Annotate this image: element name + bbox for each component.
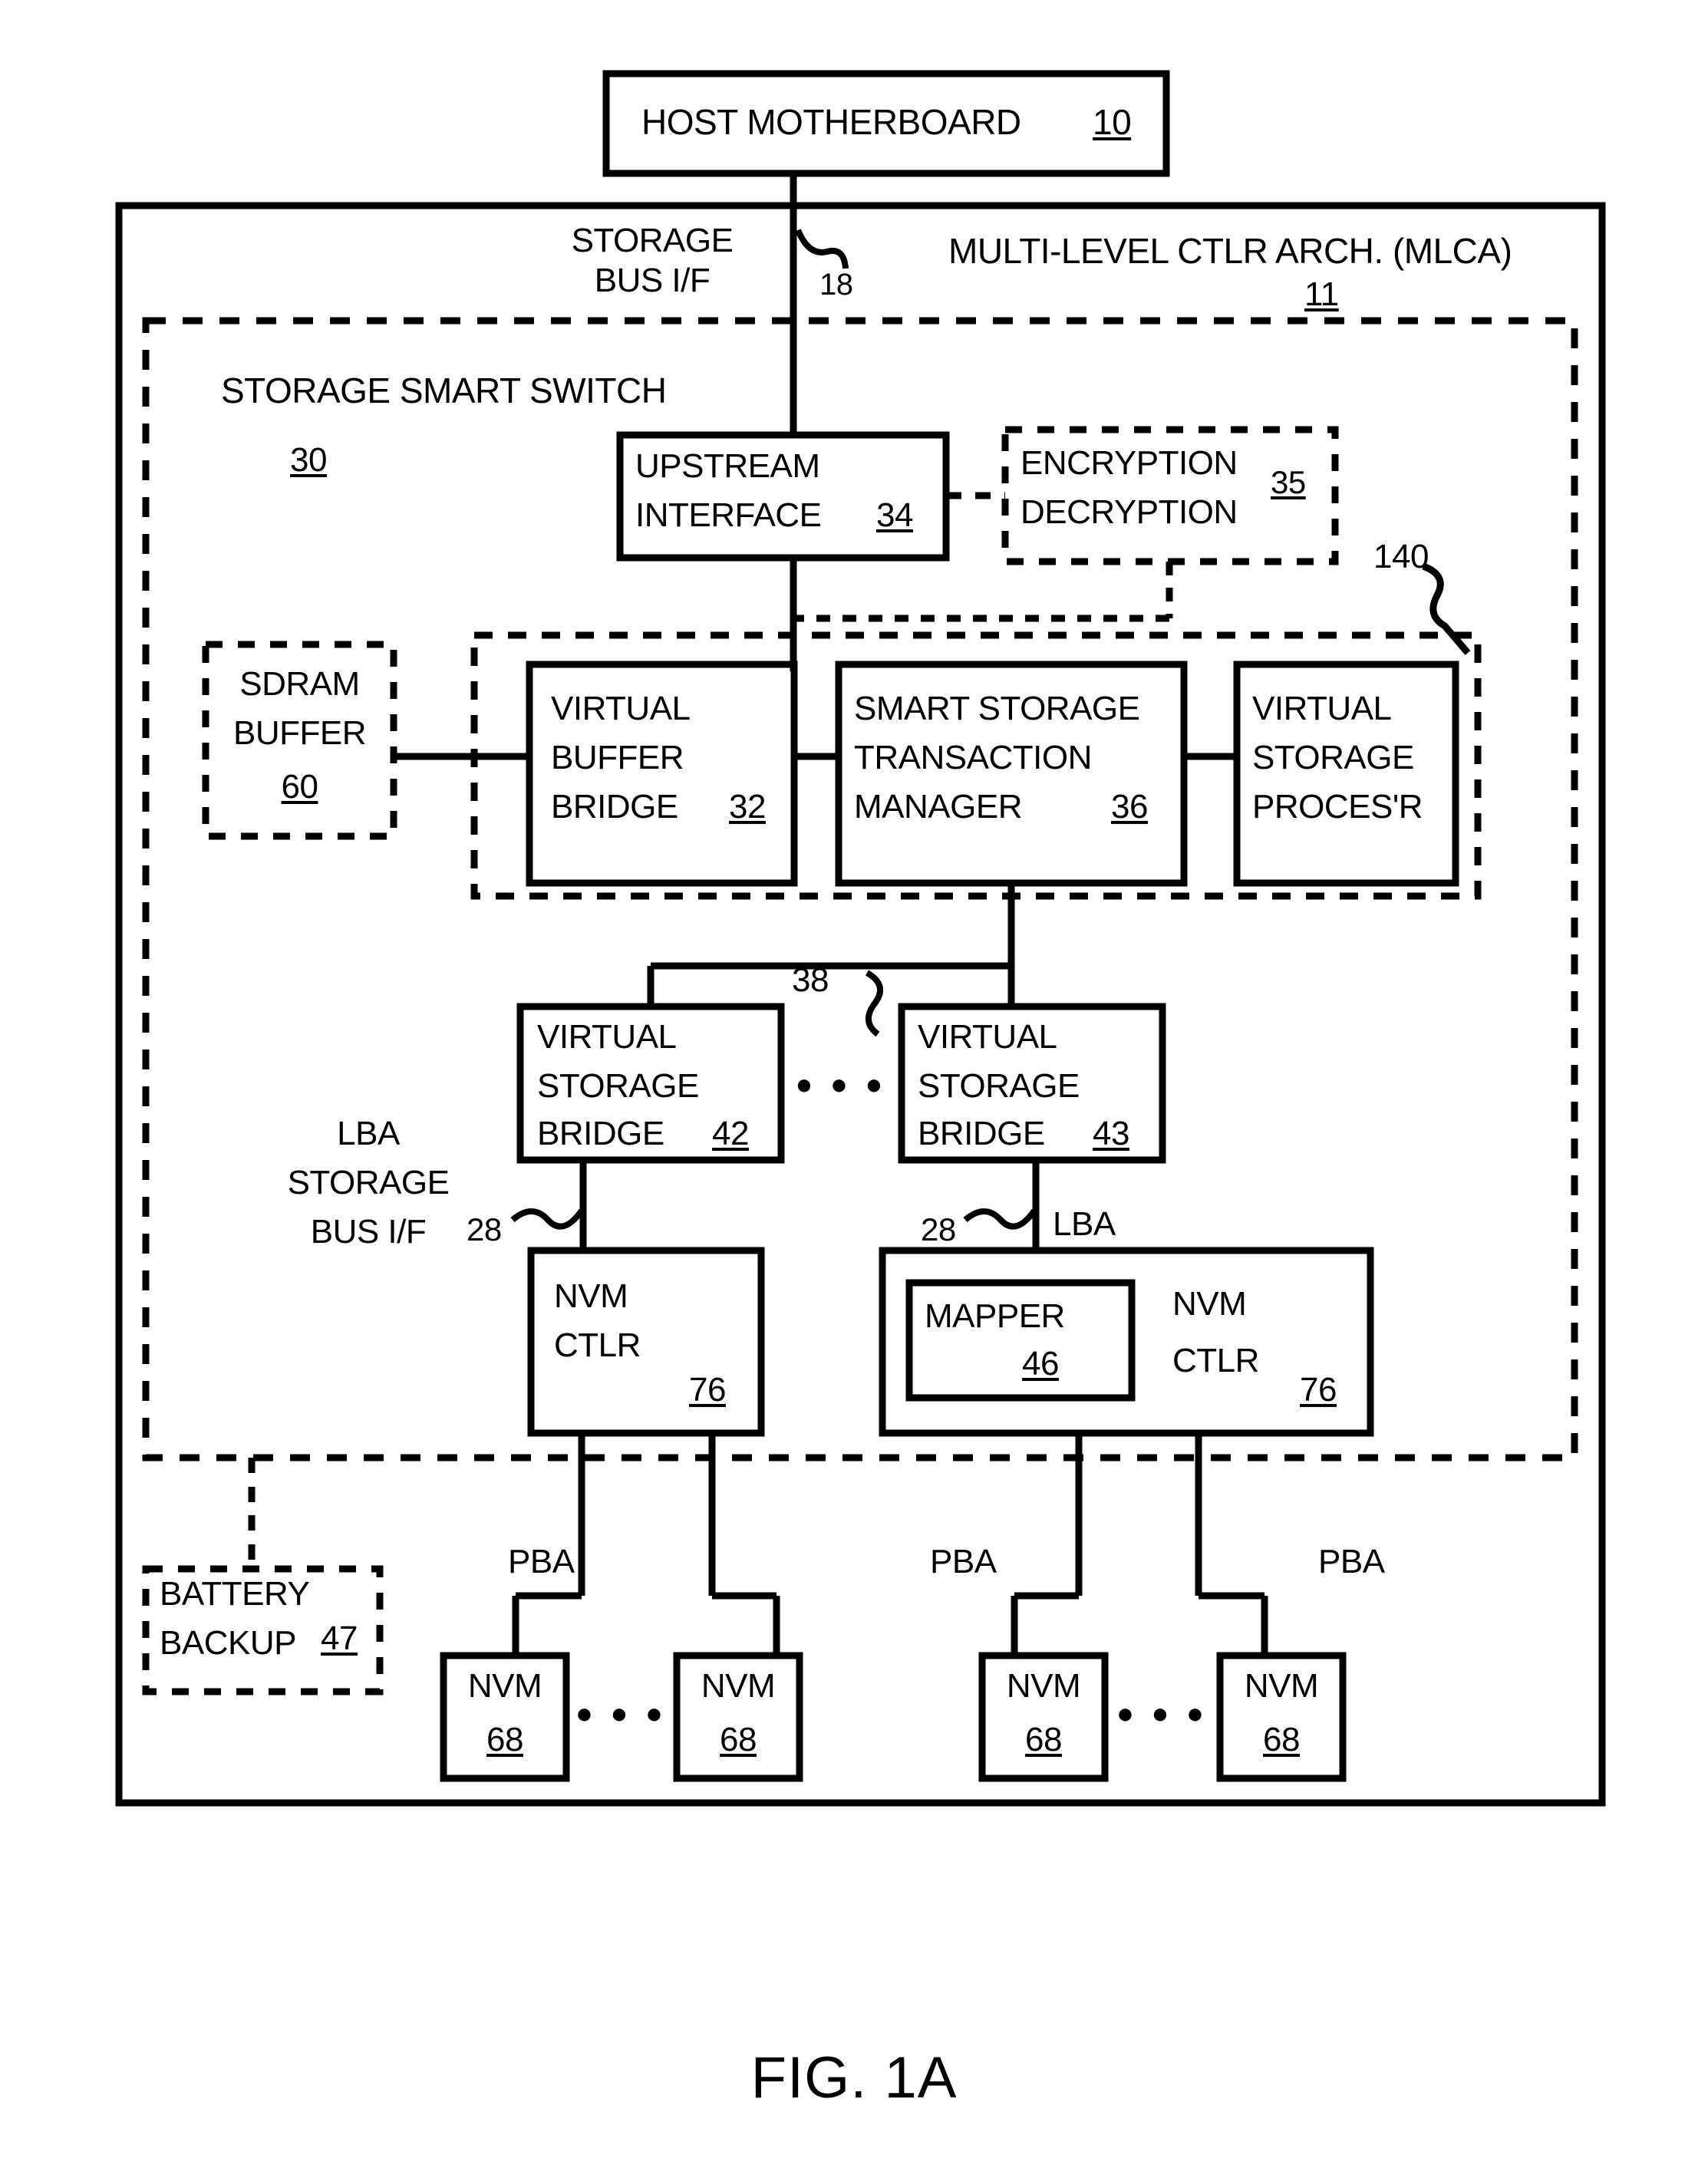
virtual-buffer-bridge-line2: BUFFER [551, 739, 684, 776]
upstream-interface-ref: 34 [876, 496, 913, 534]
mlca-title: MULTI-LEVEL CTLR ARCH. (MLCA) [948, 231, 1512, 271]
storage-smart-switch-box [142, 317, 1578, 1461]
encryption-ref: 35 [1271, 464, 1306, 500]
host-motherboard-label: HOST MOTHERBOARD [641, 102, 1021, 142]
vsb42-line2: STORAGE [537, 1067, 699, 1105]
pba-label-1: PBA [508, 1543, 575, 1580]
nvm-chip-label-3: NVM [1006, 1667, 1081, 1705]
battery-backup-line2: BACKUP [160, 1624, 296, 1662]
mapper-ref: 46 [1022, 1345, 1059, 1382]
virtual-buffer-bridge-line1: VIRTUAL [551, 690, 691, 727]
nvm-chip-label-1: NVM [467, 1667, 542, 1705]
nvm-ctlr-left-line2: CTLR [554, 1326, 641, 1364]
nvm-ellipsis-right: ● ● ● [1116, 1698, 1208, 1730]
sdram-buffer-line1: SDRAM [239, 665, 360, 703]
pba-label-3: PBA [1318, 1543, 1385, 1580]
vsb43-line2: STORAGE [918, 1067, 1080, 1105]
lba-bus-line3: BUS I/F [310, 1213, 427, 1251]
nvm-ctlr-right-box [879, 1247, 1374, 1437]
lba-bus-ref-left: 28 [467, 1211, 502, 1247]
mapper-label: MAPPER [925, 1297, 1065, 1335]
ref-140-leader [1422, 562, 1471, 655]
vsb-ellipsis: ● ● ● [795, 1069, 888, 1101]
nvm-chip-ref-4: 68 [1263, 1721, 1300, 1758]
vsb43-line1: VIRTUAL [918, 1018, 1057, 1056]
encryption-line2: DECRYPTION [1021, 493, 1238, 531]
nvm-chip-label-2: NVM [701, 1667, 776, 1705]
sdram-buffer-ref: 60 [281, 768, 318, 806]
ref-28-right-leader [963, 1208, 1037, 1230]
vsb43-ref: 43 [1093, 1115, 1129, 1152]
lba-label-right: LBA [1053, 1205, 1116, 1243]
upstream-interface-line2: INTERFACE [635, 496, 822, 534]
vsp-line3: PROCES'R [1252, 788, 1423, 825]
sstm-line1: SMART STORAGE [854, 690, 1140, 727]
vsb42-ref: 42 [712, 1115, 749, 1152]
storage-smart-switch-ref: 30 [290, 441, 327, 479]
nvm-ctlr-left-ref: 76 [689, 1371, 726, 1409]
ref-28-left-leader [510, 1208, 585, 1230]
vsb42-line1: VIRTUAL [537, 1018, 677, 1056]
pba-label-2: PBA [930, 1543, 997, 1580]
lba-bus-line2: STORAGE [287, 1164, 450, 1201]
internal-bus-38-ref: 38 [792, 961, 829, 999]
sstm-line2: TRANSACTION [854, 739, 1092, 776]
nvm-ellipsis-left: ● ● ● [575, 1698, 668, 1730]
ref-38-leader [865, 970, 884, 1037]
mlca-ref: 11 [1304, 275, 1339, 313]
sstm-line3: MANAGER [854, 788, 1022, 825]
sdram-buffer-line2: BUFFER [233, 714, 367, 752]
host-storage-bus-ref: 18 [819, 268, 853, 302]
lba-bus-ref-right: 28 [921, 1211, 956, 1247]
battery-backup-line1: BATTERY [160, 1575, 310, 1613]
upstream-interface-line1: UPSTREAM [635, 447, 820, 485]
host-storage-bus-label-line2: BUS I/F [594, 262, 711, 299]
battery-backup-ref: 47 [321, 1620, 358, 1657]
nvm-chip-label-4: NVM [1244, 1667, 1319, 1705]
virtual-buffer-bridge-ref: 32 [729, 788, 766, 825]
nvm-chip-ref-2: 68 [720, 1721, 757, 1758]
figure-caption: FIG. 1A [750, 2045, 958, 2111]
inner-core-group-ref: 140 [1373, 538, 1429, 575]
host-motherboard-ref: 10 [1093, 102, 1132, 142]
sstm-ref: 36 [1111, 788, 1148, 825]
storage-smart-switch-title: STORAGE SMART SWITCH [221, 371, 667, 410]
nvm-ctlr-right-line2: CTLR [1172, 1342, 1259, 1379]
patent-figure-page: HOST MOTHERBOARD 10 STORAGE BUS I/F 18 M… [0, 0, 1708, 2165]
vsb42-line3: BRIDGE [537, 1115, 664, 1152]
lba-bus-line1: LBA [337, 1115, 400, 1152]
vsb43-line3: BRIDGE [918, 1115, 1045, 1152]
nvm-ctlr-left-line1: NVM [554, 1277, 628, 1315]
nvm-ctlr-right-line1: NVM [1172, 1285, 1247, 1323]
vsp-line2: STORAGE [1252, 739, 1414, 776]
nvm-ctlr-right-ref: 76 [1300, 1371, 1337, 1409]
vsp-line1: VIRTUAL [1252, 690, 1392, 727]
nvm-chip-ref-1: 68 [486, 1721, 523, 1758]
encryption-line1: ENCRYPTION [1021, 444, 1238, 482]
virtual-buffer-bridge-line3: BRIDGE [551, 788, 678, 825]
nvm-chip-ref-3: 68 [1025, 1721, 1062, 1758]
host-storage-bus-label-line1: STORAGE [571, 222, 734, 259]
